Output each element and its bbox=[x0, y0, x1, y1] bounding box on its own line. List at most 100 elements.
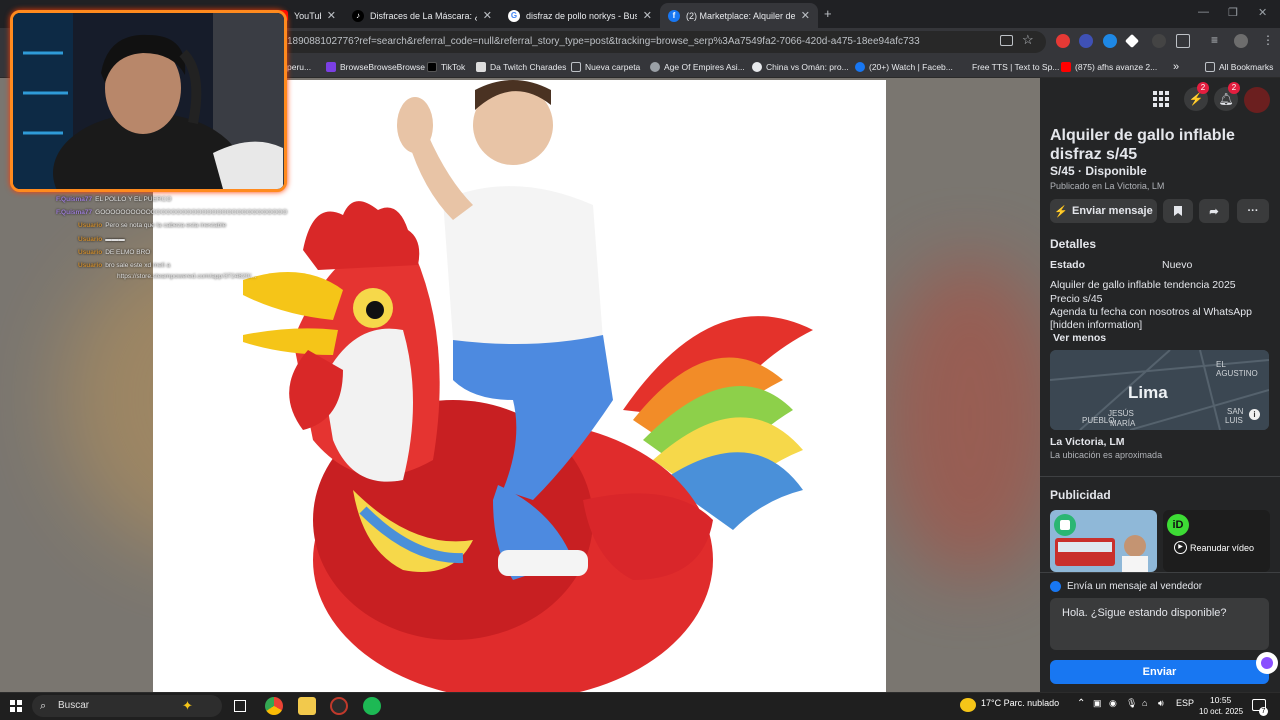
tab-title: Disfraces de La Máscara: ¿Cuál bbox=[370, 10, 477, 21]
more-bookmarks-button[interactable]: » bbox=[1173, 60, 1179, 74]
bookmark-item[interactable]: BrowseBrowseBrowse bbox=[326, 60, 425, 74]
network-icon[interactable]: ⌂ bbox=[1142, 698, 1147, 708]
message-input[interactable]: Hola. ¿Sigue estando disponible? bbox=[1050, 598, 1269, 650]
bookmark-icon bbox=[1174, 206, 1182, 216]
bookmark-icon bbox=[476, 62, 486, 72]
location-map[interactable]: Lima EL AGUSTINO JESÚS PUEBLO MARÍA SAN … bbox=[1050, 350, 1269, 430]
minimize-icon[interactable]: — bbox=[1198, 6, 1209, 18]
tab-google[interactable]: G disfraz de pollo norkys - Buscar ✕ bbox=[500, 3, 660, 28]
extension-blue-icon[interactable] bbox=[1079, 34, 1093, 48]
volume-icon[interactable]: 🔊︎ bbox=[1158, 698, 1164, 709]
bookmark-item[interactable]: Age Of Empires Asi... bbox=[650, 60, 745, 74]
clock-date[interactable]: 10 oct. 2025 bbox=[1199, 707, 1243, 716]
account-avatar[interactable] bbox=[1244, 87, 1270, 113]
bookmark-item[interactable]: China vs Omán: pro... bbox=[752, 60, 849, 74]
send-button[interactable]: Enviar bbox=[1050, 660, 1269, 684]
close-icon[interactable]: ✕ bbox=[643, 9, 652, 22]
new-tab-icon[interactable]: + bbox=[824, 6, 832, 21]
weather-icon bbox=[960, 698, 976, 712]
folder-icon bbox=[571, 62, 581, 72]
menu-kebab-icon[interactable]: ⋮ bbox=[1262, 33, 1274, 47]
ad-card[interactable] bbox=[1050, 510, 1157, 572]
restore-icon[interactable]: ❐ bbox=[1228, 6, 1238, 19]
weather-text[interactable]: 17°C Parc. nublado bbox=[981, 698, 1059, 708]
file-explorer-icon[interactable] bbox=[298, 697, 316, 715]
close-icon[interactable]: ✕ bbox=[483, 9, 492, 22]
description-line: [hidden information] bbox=[1050, 319, 1143, 331]
extensions-puzzle-icon[interactable] bbox=[1176, 34, 1190, 48]
tab-marketplace[interactable]: f (2) Marketplace: Alquiler de gal ✕ bbox=[660, 3, 818, 28]
bookmark-label: China vs Omán: pro... bbox=[766, 62, 849, 72]
extension-shield-icon[interactable] bbox=[1103, 34, 1117, 48]
tiktok-icon: ♪ bbox=[352, 9, 364, 22]
messenger-badge: 2 bbox=[1197, 82, 1209, 94]
extension-red-icon[interactable] bbox=[1056, 34, 1070, 48]
bookmark-item[interactable]: (20+) Watch | Faceb... bbox=[855, 60, 953, 74]
tab-tiktok[interactable]: ♪ Disfraces de La Máscara: ¿Cuál ✕ bbox=[344, 3, 500, 28]
bookmark-label: BrowseBrowseBrowse bbox=[340, 62, 426, 72]
bookmark-label: Free TTS | Text to Sp... bbox=[972, 62, 1060, 72]
clock-time[interactable]: 10:55 bbox=[1210, 695, 1231, 705]
description-line: Alquiler de gallo inflable tendencia 202… bbox=[1050, 279, 1236, 291]
more-options-button[interactable]: ··· bbox=[1237, 199, 1269, 223]
bookmark-item[interactable]: Da Twitch Charades bbox=[476, 60, 566, 74]
tray-app-icon[interactable]: ◉ bbox=[1109, 698, 1117, 709]
close-icon[interactable]: ✕ bbox=[327, 9, 336, 22]
windows-start-icon[interactable] bbox=[10, 700, 22, 712]
bookmark-item[interactable]: (875) afhs avanze 2... bbox=[1061, 60, 1157, 74]
info-icon[interactable]: i bbox=[1249, 409, 1260, 420]
send-message-button[interactable]: ⚡ Enviar mensaje bbox=[1050, 199, 1157, 223]
bookmark-item[interactable]: TikTok bbox=[427, 60, 465, 74]
apps-grid-icon[interactable] bbox=[1153, 91, 1169, 107]
location-name: La Victoria, LM bbox=[1050, 436, 1125, 448]
profile-avatar[interactable] bbox=[1234, 34, 1248, 48]
chat-username: Usuario bbox=[78, 249, 103, 256]
map-label: MARÍA bbox=[1110, 419, 1136, 428]
microphone-icon[interactable]: 🎙︎ bbox=[1126, 698, 1137, 709]
tray-chevron-icon[interactable]: ⌃ bbox=[1077, 698, 1085, 709]
bookmark-folder[interactable]: Nueva carpeta bbox=[571, 60, 640, 74]
description-line: Precio s/45 bbox=[1050, 293, 1103, 305]
floating-assistant-icon[interactable] bbox=[1256, 652, 1278, 674]
message-prompt: Envía un mensaje al vendedor bbox=[1050, 581, 1202, 592]
all-bookmarks-button[interactable]: All Bookmarks bbox=[1205, 60, 1273, 74]
chat-text: DE ELMO BRO bbox=[105, 249, 151, 256]
tray-app-icon[interactable]: ▣ bbox=[1093, 698, 1102, 709]
divider bbox=[1040, 476, 1280, 477]
window-close-icon[interactable]: ✕ bbox=[1258, 6, 1267, 19]
condition-value: Nuevo bbox=[1162, 259, 1193, 271]
tiktok-icon bbox=[427, 62, 437, 72]
obs-taskbar-icon[interactable] bbox=[330, 697, 348, 715]
language-indicator[interactable]: ESP bbox=[1176, 698, 1194, 708]
bookmark-label: TikTok bbox=[441, 62, 466, 72]
chat-message: Usuario ▬▬▬ bbox=[78, 236, 125, 243]
see-less-link[interactable]: Ver menos bbox=[1053, 332, 1106, 344]
bookmark-item[interactable]: Free TTS | Text to Sp... bbox=[958, 60, 1059, 74]
bookmark-item[interactable]: peru... bbox=[287, 60, 311, 74]
description-line: Agenda tu fecha con nosotros al WhatsApp bbox=[1050, 306, 1252, 318]
taskbar-search[interactable]: ⌕ Buscar ✦ bbox=[32, 695, 222, 717]
install-app-icon[interactable] bbox=[1000, 35, 1013, 46]
map-label: AGUSTINO bbox=[1216, 369, 1258, 378]
site-icon bbox=[752, 62, 762, 72]
share-button[interactable]: ➦ bbox=[1199, 199, 1229, 223]
map-label: EL bbox=[1216, 360, 1226, 369]
details-heading: Detalles bbox=[1050, 237, 1097, 251]
task-view-icon[interactable] bbox=[234, 700, 246, 712]
bookmark-star-icon[interactable]: ☆ bbox=[1022, 32, 1034, 48]
bookmark-label: (875) afhs avanze 2... bbox=[1075, 62, 1158, 72]
extension-off-icon[interactable] bbox=[1152, 34, 1166, 48]
listing-title: Alquiler de gallo inflable disfraz s/45 bbox=[1050, 127, 1235, 163]
save-bookmark-button[interactable] bbox=[1163, 199, 1193, 223]
play-icon: ▶ bbox=[1174, 541, 1187, 554]
chat-username: F.Quisma77 bbox=[56, 209, 93, 216]
reading-list-icon[interactable]: ≡ bbox=[1211, 33, 1218, 47]
resume-video-button[interactable]: ▶ Reanudar vídeo bbox=[1174, 541, 1254, 554]
spotify-taskbar-icon[interactable] bbox=[363, 697, 381, 715]
location-note: La ubicación es aproximada bbox=[1050, 450, 1163, 460]
chrome-taskbar-icon[interactable] bbox=[265, 697, 283, 715]
notification-badge: 2 bbox=[1228, 82, 1240, 94]
ad-brand-icon: iD bbox=[1167, 514, 1189, 536]
ad-card-video[interactable]: iD ▶ Reanudar vídeo bbox=[1163, 510, 1270, 572]
close-icon[interactable]: ✕ bbox=[801, 9, 810, 22]
